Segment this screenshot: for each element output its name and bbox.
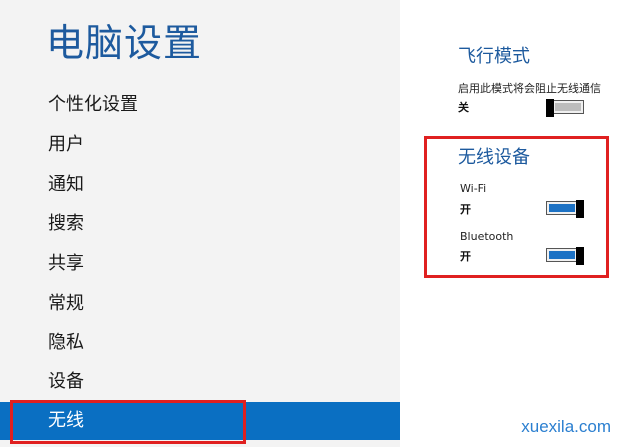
- airplane-mode-state: 关: [458, 101, 469, 114]
- nav-item-share[interactable]: 共享: [0, 246, 400, 282]
- nav-item-notifications[interactable]: 通知: [0, 167, 400, 203]
- highlight-box-wireless: [424, 136, 609, 278]
- settings-sidebar: 电脑设置 个性化设置 用户 通知 搜索 共享 常规 隐私 设备 无线: [0, 0, 400, 447]
- airplane-mode-title: 飞行模式: [458, 46, 530, 67]
- nav-item-users[interactable]: 用户: [0, 127, 400, 163]
- highlight-box-nav: [10, 400, 246, 444]
- airplane-mode-toggle[interactable]: [546, 99, 584, 117]
- nav-item-personalize[interactable]: 个性化设置: [0, 87, 400, 123]
- page-title: 电脑设置: [46, 21, 203, 65]
- nav-item-privacy[interactable]: 隐私: [0, 325, 400, 361]
- toggle-track: [555, 103, 581, 111]
- nav-item-search[interactable]: 搜索: [0, 206, 400, 242]
- toggle-knob: [546, 99, 554, 117]
- nav-item-general[interactable]: 常规: [0, 286, 400, 322]
- airplane-mode-description: 启用此模式将会阻止无线通信: [458, 82, 601, 95]
- watermark: xuexila.com: [521, 417, 611, 436]
- nav-item-devices[interactable]: 设备: [0, 364, 400, 400]
